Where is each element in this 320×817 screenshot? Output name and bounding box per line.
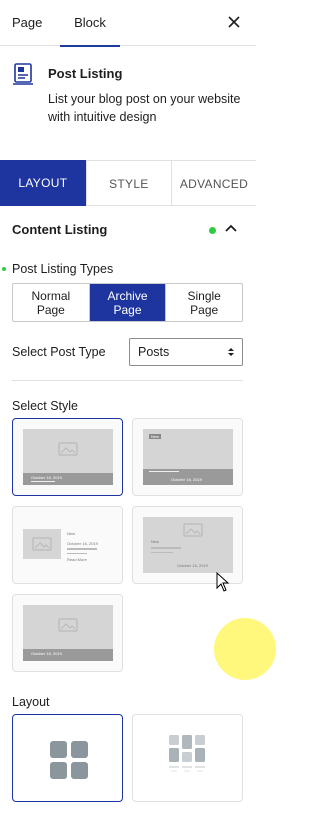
divider	[12, 380, 243, 381]
tab-style[interactable]: STYLE	[85, 160, 171, 206]
tab-layout[interactable]: LAYOUT	[0, 160, 86, 206]
style-option-3[interactable]: New October 16, 2019 Read More	[12, 506, 123, 584]
excerpt-line	[67, 553, 87, 554]
select-style-label: Select Style	[12, 399, 79, 413]
date-text: October 16, 2019	[31, 651, 62, 656]
excerpt-line	[151, 552, 173, 553]
post-listing-type-toggle: Normal Page Archive Page Single Page	[12, 283, 243, 322]
title-line	[151, 547, 181, 549]
type-normal-page[interactable]: Normal Page	[13, 284, 90, 321]
title-line	[149, 471, 179, 472]
title-line	[67, 548, 97, 550]
date-text: October 16, 2019	[31, 475, 62, 480]
style-option-2[interactable]: New October 16, 2019	[132, 418, 243, 496]
mouse-cursor-icon	[216, 572, 230, 592]
layout-option-grid[interactable]	[12, 714, 123, 802]
type-single-page[interactable]: Single Page	[166, 284, 242, 321]
post-listing-icon	[13, 63, 33, 85]
block-title: Post Listing	[48, 66, 123, 81]
date-text: October 16, 2019	[67, 541, 98, 546]
tab-advanced[interactable]: ADVANCED	[170, 160, 256, 206]
underline	[31, 481, 55, 482]
image-placeholder-icon	[32, 537, 52, 551]
post-type-select[interactable]: Posts	[129, 338, 243, 366]
select-arrows-icon	[228, 348, 234, 356]
grid-layout-icon	[50, 741, 88, 779]
block-description: List your blog post on your website with…	[48, 92, 241, 124]
image-placeholder-icon	[183, 523, 203, 537]
date-text: October 16, 2019	[171, 477, 202, 482]
read-more-link: Read More	[67, 557, 87, 562]
post-type-select-value: Posts	[138, 345, 170, 359]
panel-tabs: LAYOUT STYLE ADVANCED	[0, 160, 256, 206]
chevron-up-icon[interactable]	[224, 222, 238, 236]
new-badge: New	[149, 434, 162, 439]
new-label: New	[151, 539, 160, 544]
date-text: October 16, 2019	[177, 563, 208, 568]
tab-block[interactable]: Block	[60, 0, 120, 47]
style-option-1[interactable]: October 16, 2019	[12, 418, 123, 496]
status-dot	[2, 267, 6, 271]
image-placeholder-icon	[58, 442, 78, 456]
click-highlight	[214, 618, 276, 680]
image-placeholder-icon	[58, 618, 78, 632]
layout-label: Layout	[12, 695, 50, 709]
close-icon[interactable]	[224, 12, 244, 32]
sidebar-header-tabs: Page Block	[0, 0, 256, 47]
layout-option-masonry[interactable]	[132, 714, 243, 802]
section-heading-content-listing[interactable]: Content Listing	[12, 222, 107, 237]
tab-page[interactable]: Page	[12, 0, 42, 46]
post-listing-types-label: Post Listing Types	[12, 262, 114, 276]
masonry-layout-icon	[169, 735, 205, 772]
select-post-type-label: Select Post Type	[12, 345, 106, 359]
type-archive-page[interactable]: Archive Page	[89, 284, 167, 321]
style-option-5[interactable]: October 16, 2019	[12, 594, 123, 672]
status-dot	[209, 227, 216, 234]
new-label: New	[67, 531, 76, 536]
